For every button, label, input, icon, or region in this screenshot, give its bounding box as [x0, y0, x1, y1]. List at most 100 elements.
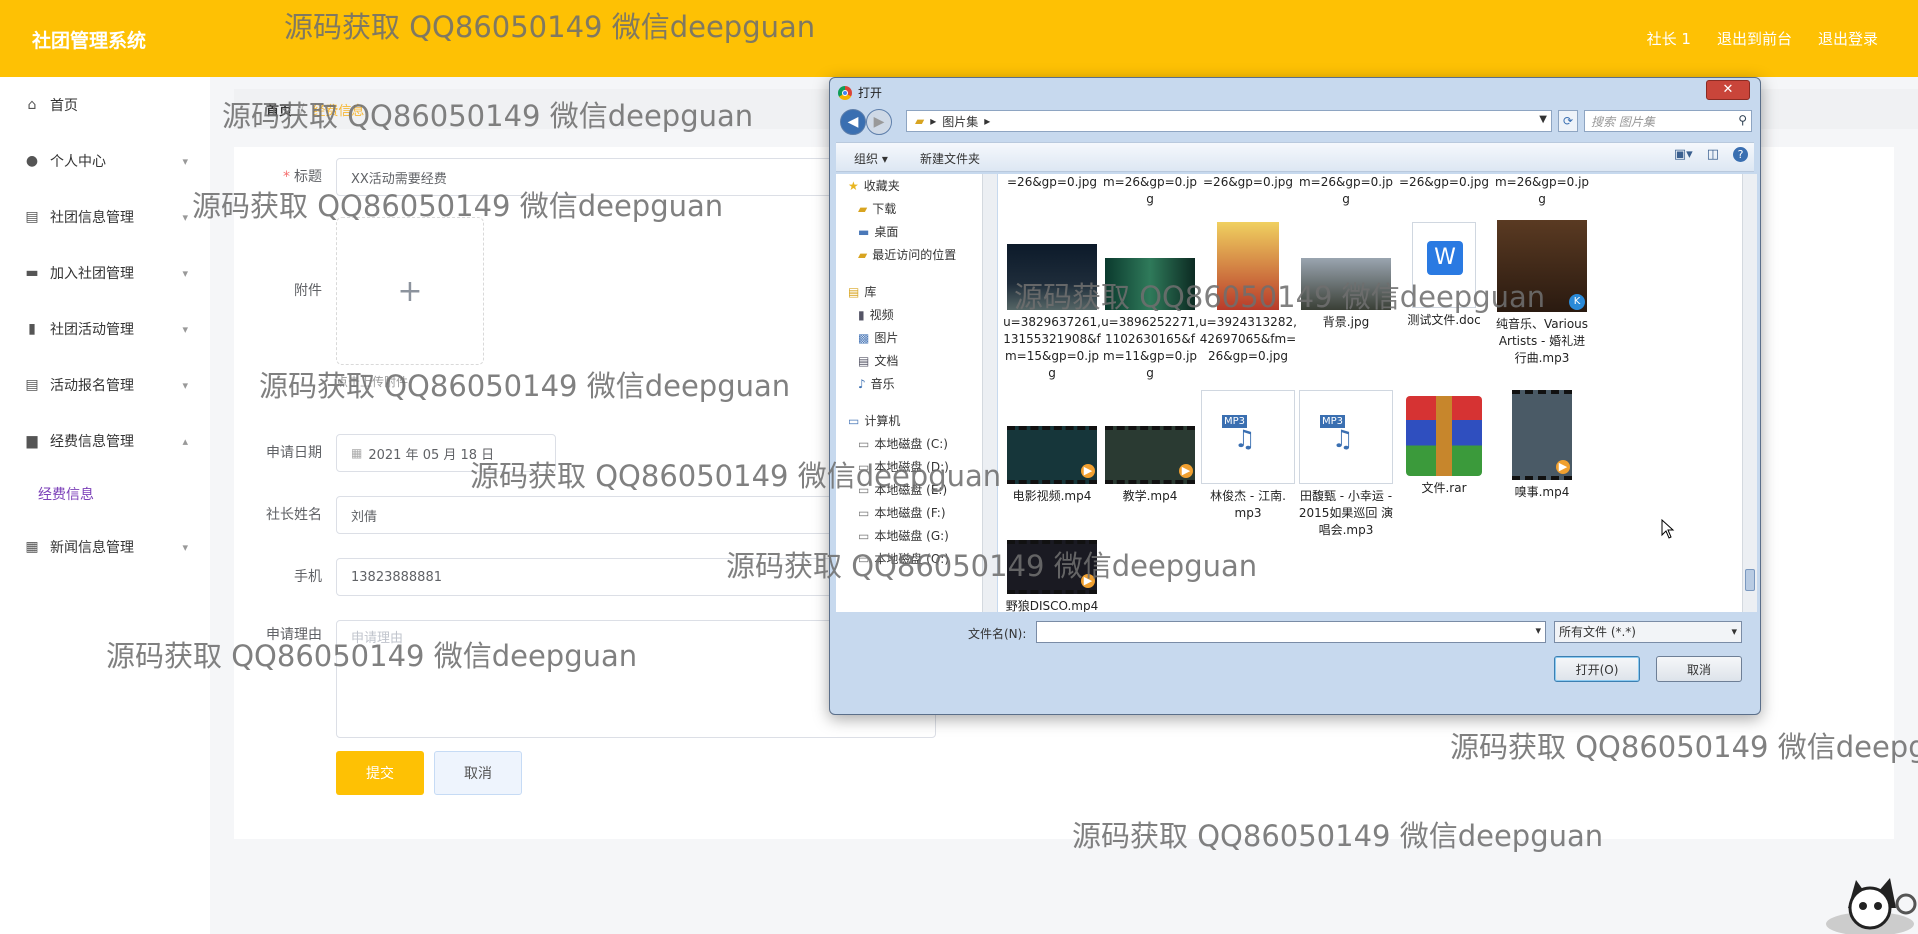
tree-item[interactable]: ▤ 库	[836, 280, 988, 303]
file-item[interactable]: MP3 ♫ 林俊杰 - 江南. mp3	[1198, 390, 1298, 522]
tree-item[interactable]: ▬ 桌面	[836, 220, 988, 243]
file-item[interactable]: =26&gp=0.jpg	[1198, 174, 1298, 191]
tree-item-label: 本地磁盘 (G:)	[874, 529, 949, 543]
organize-menu[interactable]: 组织 ▾	[854, 150, 888, 167]
scroll-thumb[interactable]	[1745, 569, 1755, 591]
filename-input[interactable]	[1036, 621, 1546, 643]
sidebar-subitem-funding-info[interactable]: 经费信息	[0, 469, 210, 519]
tree-item[interactable]: ▭ 本地磁盘 (D:)	[836, 455, 988, 478]
play-icon: ▶	[1081, 574, 1095, 588]
library-icon: ▤	[848, 284, 860, 299]
preview-pane-icon[interactable]: ◫	[1707, 147, 1719, 162]
sidebar-item-personal-center[interactable]: ● 个人中心 ▾	[0, 133, 210, 189]
tree-item[interactable]: ★ 收藏夹	[836, 174, 988, 197]
attachment-row: 附件 + 点击上传附件	[234, 217, 484, 390]
help-icon[interactable]: ?	[1733, 147, 1748, 162]
dialog-cancel-button[interactable]: 取消	[1656, 656, 1742, 682]
upload-box[interactable]: +	[336, 217, 484, 365]
open-button[interactable]: 打开(O)	[1554, 656, 1640, 682]
file-item[interactable]: =26&gp=0.jpg	[1002, 174, 1102, 191]
tree-item[interactable]: ▩ 图片	[836, 326, 988, 349]
tree-item[interactable]: ▭ 本地磁盘 (F:)	[836, 501, 988, 524]
file-item[interactable]: u=3829637261, 13155321908&f m=15&gp=0.jp…	[1002, 244, 1102, 382]
file-item[interactable]: 文件.rar	[1394, 396, 1494, 497]
tree-item-label: 库	[864, 285, 877, 299]
tree-item[interactable]: ▭ 本地磁盘 (Q:)	[836, 547, 988, 570]
tree-item[interactable]: ▮ 视频	[836, 303, 988, 326]
file-item[interactable]: u=3924313282, 42697065&fm= 26&gp=0.jpg	[1198, 222, 1298, 365]
file-item[interactable]: =26&gp=0.jpg	[1394, 174, 1494, 191]
tree-item[interactable]: ♪ 音乐	[836, 372, 988, 395]
sidebar-item-club-info[interactable]: ▤ 社团信息管理 ▾	[0, 189, 210, 245]
date-picker[interactable]: ▦ 2021 年 05 月 18 日	[336, 434, 556, 472]
refresh-icon[interactable]: ⟳	[1558, 110, 1578, 132]
file-name: m=26&gp=0.jp g	[1494, 175, 1590, 206]
sidebar-item-label: 活动报名管理	[50, 378, 134, 394]
sidebar-item-home[interactable]: ⌂ 首页	[0, 77, 210, 133]
address-dropdown-icon[interactable]: ▼	[1539, 114, 1547, 125]
tree-item[interactable]: ▤ 文档	[836, 349, 988, 372]
tree-item[interactable]: ▰ 最近访问的位置	[836, 243, 988, 266]
user-link[interactable]: 社长 1	[1647, 28, 1691, 49]
file-item[interactable]: u=3896252271, 1102630165&f m=11&gp=0.jp …	[1100, 258, 1200, 382]
music-note-icon: ♫	[1234, 425, 1256, 453]
breadcrumb-home[interactable]: 首页	[266, 100, 292, 119]
tree-item[interactable]: ▭ 本地磁盘 (E:)	[836, 478, 988, 501]
files-scrollbar[interactable]	[1742, 174, 1757, 612]
plus-icon: +	[397, 273, 423, 309]
tree-item[interactable]: ▰ 下载	[836, 197, 988, 220]
open-file-dialog: 打开 ✕ ◀ ▶ ▰ ▸ 图片集 ▸ ▼ ⟳ 搜索 图片集 ⚲ 组织 ▾ 新建文…	[829, 77, 1761, 715]
file-item[interactable]: ▶ 电影视频.mp4	[1002, 426, 1102, 505]
sidebar-item-news[interactable]: ▦ 新闻信息管理 ▾	[0, 519, 210, 575]
file-item[interactable]: m=26&gp=0.jp g	[1492, 174, 1592, 208]
search-placeholder: 搜索 图片集	[1591, 114, 1655, 129]
file-item[interactable]: W 测试文件.doc	[1394, 222, 1494, 329]
home-icon: ⌂	[27, 97, 37, 113]
chevron-down-icon: ▾	[182, 210, 188, 224]
document-icon: ▤	[858, 353, 870, 368]
search-input[interactable]: 搜索 图片集 ⚲	[1584, 110, 1752, 132]
forward-arrow-icon[interactable]: ▶	[866, 109, 892, 135]
tree-item-label: 视频	[869, 308, 894, 322]
tree-item-label: 收藏夹	[863, 179, 900, 193]
mp3-file-icon: MP3 ♫	[1299, 390, 1393, 484]
tree-item[interactable]: ▭ 本地磁盘 (G:)	[836, 524, 988, 547]
file-name: m=26&gp=0.jp g	[1102, 175, 1198, 206]
file-item[interactable]: m=26&gp=0.jp g	[1100, 174, 1200, 208]
disk-icon: ▭	[858, 528, 870, 543]
back-arrow-icon[interactable]: ◀	[840, 109, 866, 135]
tree-item-label: 下载	[872, 202, 897, 216]
file-item[interactable]: K 纯音乐、Various Artists - 婚礼进 行曲.mp3	[1492, 220, 1592, 367]
file-item[interactable]: m=26&gp=0.jp g	[1296, 174, 1396, 208]
new-folder-button[interactable]: 新建文件夹	[920, 150, 980, 167]
logout-link[interactable]: 退出登录	[1818, 28, 1878, 49]
file-item[interactable]: 背景.jpg	[1296, 258, 1396, 331]
file-item[interactable]: ▶ 教学.mp4	[1100, 426, 1200, 505]
view-mode-icon[interactable]: ▣▾	[1674, 147, 1693, 162]
submit-button[interactable]: 提交	[336, 751, 424, 795]
sidebar-item-label: 个人中心	[50, 154, 106, 170]
exit-to-front-link[interactable]: 退出到前台	[1717, 28, 1792, 49]
address-bar[interactable]: ▰ ▸ 图片集 ▸ ▼	[906, 110, 1552, 132]
reason-label: 申请理由	[266, 627, 322, 643]
rar-archive-icon	[1406, 396, 1482, 476]
sidebar-item-join-club[interactable]: ▬ 加入社团管理 ▾	[0, 245, 210, 301]
sidebar-item-funding[interactable]: ▆ 经费信息管理 ▴	[0, 413, 210, 469]
sidebar-item-activity-signup[interactable]: ▤ 活动报名管理 ▾	[0, 357, 210, 413]
file-item[interactable]: ▶ 野狼DISCO.mp4	[1002, 540, 1102, 612]
folder-icon: ▰	[858, 247, 868, 262]
sidebar-item-club-activity[interactable]: ▮ 社团活动管理 ▾	[0, 301, 210, 357]
tree-item[interactable]: ▭ 计算机	[836, 409, 988, 432]
cancel-button[interactable]: 取消	[434, 751, 522, 795]
date-row: 申请日期 ▦ 2021 年 05 月 18 日	[234, 434, 556, 472]
close-button[interactable]: ✕	[1706, 80, 1750, 100]
file-item[interactable]: MP3 ♫ 田馥甄 - 小幸运 - 2015如果巡回 演唱会.mp3	[1296, 390, 1396, 539]
image-thumbnail	[1217, 222, 1279, 310]
tree-item[interactable]: ▭ 本地磁盘 (C:)	[836, 432, 988, 455]
file-item[interactable]: ▶ 嗅事.mp4	[1492, 390, 1592, 501]
file-name: 田馥甄 - 小幸运 - 2015如果巡回 演唱会.mp3	[1298, 489, 1394, 537]
breadcrumb-arrow-icon: ▸	[984, 114, 991, 128]
tree-scrollbar[interactable]	[982, 174, 997, 612]
filetype-select[interactable]: 所有文件 (*.*)	[1554, 621, 1742, 643]
phone-label: 手机	[294, 569, 322, 585]
